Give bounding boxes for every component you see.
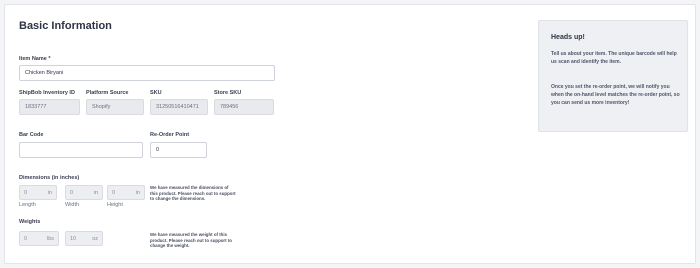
width-value: 0 <box>70 189 74 196</box>
sku-label: SKU <box>150 90 162 96</box>
height-unit: in <box>135 189 140 196</box>
weights-note: We have measured the weight of this prod… <box>150 232 232 249</box>
length-unit: in <box>47 189 52 196</box>
heads-up-panel: Heads up! Tell us about your item. The u… <box>538 20 688 132</box>
weight-lbs-field: 0 lbs <box>19 231 59 246</box>
item-name-input[interactable]: Chicken Biryani <box>19 65 275 81</box>
reorder-point-input[interactable]: 0 <box>150 142 207 158</box>
weight-lbs-unit: lbs <box>46 235 54 242</box>
width-field: 0 in <box>65 185 103 200</box>
bar-code-input[interactable] <box>19 142 143 158</box>
heads-up-title: Heads up! <box>551 34 585 41</box>
store-sku-field: 789456 <box>214 99 274 115</box>
weights-label: Weights <box>19 219 41 225</box>
basic-information-card: Basic Information Item Name * Chicken Bi… <box>4 4 696 264</box>
reorder-point-label: Re-Order Point <box>150 132 190 138</box>
dimensions-label: Dimensions (in inches) <box>19 175 80 181</box>
weight-oz-value: 10 <box>70 235 77 242</box>
item-name-label: Item Name * <box>19 56 51 62</box>
weight-oz-unit: oz <box>92 235 98 242</box>
platform-source-label: Platform Source <box>86 90 129 96</box>
heads-up-text-2: Once you set the re-order point, we will… <box>551 84 680 106</box>
height-field: 0 in <box>107 185 145 200</box>
weight-lbs-value: 0 <box>24 235 28 242</box>
heads-up-text-1: Tell us about your item. The unique barc… <box>551 51 677 65</box>
length-label: Length <box>19 202 36 208</box>
shipbob-id-label: ShipBob Inventory ID <box>19 90 75 96</box>
length-value: 0 <box>24 189 28 196</box>
length-field: 0 in <box>19 185 57 200</box>
width-unit: in <box>93 189 98 196</box>
section-title: Basic Information <box>19 20 112 32</box>
store-sku-label: Store SKU <box>214 90 242 96</box>
bar-code-label: Bar Code <box>19 132 44 138</box>
width-label: Width <box>65 202 80 208</box>
shipbob-id-field: 1833777 <box>19 99 80 115</box>
dimensions-note: We have measured the dimensions of this … <box>150 185 236 202</box>
platform-source-field: Shopify <box>86 99 144 115</box>
weight-oz-field: 10 oz <box>65 231 103 246</box>
height-value: 0 <box>112 189 116 196</box>
sku-field: 31250516410471 <box>150 99 208 115</box>
height-label: Height <box>107 202 123 208</box>
